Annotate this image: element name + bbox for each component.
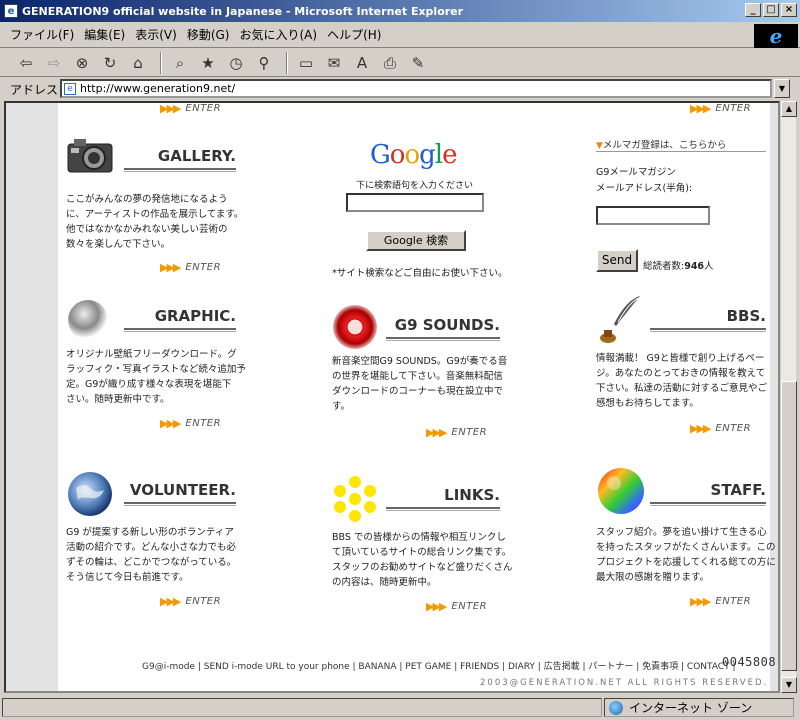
edit-icon[interactable]: ✎: [406, 52, 430, 74]
refresh-icon[interactable]: ↻: [98, 52, 122, 74]
minimize-button[interactable]: _: [745, 3, 761, 17]
gallery-description: ここがみんなの夢の発信地になるよう に、アーティストの作品を展示してます。 他ではな…: [66, 194, 244, 250]
google-search-input[interactable]: [346, 193, 484, 212]
volunteer-enter-link[interactable]: ▶▶▶ ENTER: [160, 595, 221, 608]
google-logo: Google: [370, 140, 457, 170]
camera-icon: [67, 139, 113, 173]
links-title[interactable]: LINKS.: [386, 486, 500, 504]
mailmag-title: G9メールマガジン: [596, 167, 676, 178]
google-search-label: 下に検索語句を入力ください: [356, 181, 474, 191]
address-dropdown-button[interactable]: ▼: [774, 79, 790, 98]
quill-inkpot-icon: [600, 296, 640, 343]
mailmag-reader-count: 総読者数:946人: [643, 261, 714, 272]
history-icon[interactable]: ◷: [224, 52, 248, 74]
mailmag-send-button[interactable]: Send: [596, 249, 638, 272]
vertical-scrollbar[interactable]: ▲ ▼: [780, 101, 797, 693]
status-zone: インターネット ゾーン: [604, 698, 794, 717]
menu-bar: ファイル(F) 編集(E) 表示(V) 移動(G) お気に入り(A) ヘルプ(H…: [0, 22, 800, 48]
close-button[interactable]: ×: [781, 3, 797, 17]
menu-view[interactable]: 表示(V): [135, 26, 177, 43]
channels-icon[interactable]: ⚲: [252, 52, 276, 74]
bbs-enter-link[interactable]: ▶▶▶ ENTER: [690, 422, 751, 435]
g9-sounds-description: 新音楽空間G9 SOUNDS。G9が奏でる音 の世界を堪能して下さい。音楽無料配信…: [332, 356, 508, 412]
address-bar: アドレス e http://www.generation9.net/ ▼: [0, 78, 800, 100]
menu-help[interactable]: ヘルプ(H): [327, 26, 381, 43]
status-bar: インターネット ゾーン: [0, 695, 800, 720]
toolbar: ⇦ ⇨ ⊗ ↻ ⌂ ⌕ ★ ◷ ⚲ ▭ ✉ A ⎙ ✎: [0, 49, 800, 77]
bbs-title[interactable]: BBS.: [650, 307, 766, 325]
gallery-enter-link[interactable]: ▶▶▶ ENTER: [160, 261, 221, 274]
bbs-description: 情報満載！ G9と皆様で創り上げるペー ジ。あなたのとっておきの情報を教えて 下さい…: [596, 353, 768, 409]
graphic-enter-link[interactable]: ▶▶▶ ENTER: [160, 417, 221, 430]
internet-zone-icon: [609, 700, 623, 715]
google-search-note: *サイト検索などご自由にお使い下さい。: [332, 268, 508, 279]
scroll-thumb[interactable]: [781, 381, 797, 671]
window-title: GENERATION9 official website in Japanese…: [22, 4, 464, 18]
menu-file[interactable]: ファイル(F): [10, 26, 74, 43]
staff-title[interactable]: STAFF.: [650, 481, 766, 499]
mail-icon[interactable]: ✉: [322, 52, 346, 74]
page-icon: e: [64, 82, 76, 95]
address-input[interactable]: e http://www.generation9.net/: [60, 79, 772, 98]
mailmag-email-input[interactable]: [596, 206, 710, 225]
address-url[interactable]: http://www.generation9.net/: [80, 82, 235, 95]
graphic-description: オリジナル壁紙フリーダウンロード。グ ラッフィク・写真イラストなど続々追加予 定。G…: [66, 349, 246, 405]
address-label: アドレス: [10, 82, 59, 97]
access-counter: 0045808: [722, 655, 777, 669]
volunteer-description: G9 が提案する新しい形のボランティア 活動の紹介です。どんな小さな力でも必 ずその…: [66, 527, 237, 583]
g9-sounds-enter-link[interactable]: ▶▶▶ ENTER: [426, 426, 487, 439]
menu-edit[interactable]: 編集(E): [84, 26, 125, 43]
fullscreen-icon[interactable]: ▭: [294, 52, 318, 74]
maximize-button[interactable]: □: [763, 3, 779, 17]
volunteer-title[interactable]: VOLUNTEER.: [120, 481, 236, 499]
g9-sounds-title[interactable]: G9 SOUNDS.: [386, 316, 500, 334]
mailmag-header: ▼メルマガ登録は、こちらから: [596, 140, 727, 151]
flower-links-icon: [334, 476, 376, 522]
status-text: [2, 698, 602, 717]
back-icon[interactable]: ⇦: [14, 52, 38, 74]
enter-link-top-right[interactable]: ▶▶▶ ENTER: [690, 102, 751, 115]
ie-logo-icon: e: [754, 24, 798, 48]
home-icon[interactable]: ⌂: [126, 52, 150, 74]
favorites-icon[interactable]: ★: [196, 52, 220, 74]
footer-links[interactable]: G9@i-mode | SEND i-mode URL to your phon…: [142, 659, 736, 672]
links-enter-link[interactable]: ▶▶▶ ENTER: [426, 600, 487, 613]
stop-icon[interactable]: ⊗: [70, 52, 94, 74]
mailmag-email-label: メールアドレス(半角):: [596, 183, 693, 194]
menu-favorites[interactable]: お気に入り(A): [239, 26, 317, 43]
scroll-down-button[interactable]: ▼: [781, 677, 797, 693]
print-icon[interactable]: ⎙: [378, 52, 402, 74]
font-size-icon[interactable]: A: [350, 52, 374, 74]
menu-go[interactable]: 移動(G): [187, 26, 230, 43]
speaker-sound-icon: [333, 305, 377, 349]
links-description: BBS での皆様からの情報や相互リンクし て頂いているサイトの総合リンク集です。ス…: [332, 532, 513, 588]
color-globe-staff-icon: [598, 468, 644, 514]
scroll-up-button[interactable]: ▲: [781, 101, 797, 117]
sphere-graphic-icon: [68, 300, 108, 340]
earth-globe-icon: [68, 472, 112, 516]
forward-icon[interactable]: ⇨: [42, 52, 66, 74]
gallery-title[interactable]: GALLERY.: [120, 147, 236, 165]
window-titlebar: e GENERATION9 official website in Japane…: [0, 0, 800, 22]
ie-page-icon: e: [4, 4, 18, 18]
graphic-title[interactable]: GRAPHIC.: [120, 307, 236, 325]
google-search-button[interactable]: Google 検索: [366, 230, 466, 251]
search-icon[interactable]: ⌕: [168, 52, 192, 74]
staff-enter-link[interactable]: ▶▶▶ ENTER: [690, 595, 751, 608]
copyright: 2003@GENERATION.NET ALL RIGHTS RESERVED.: [480, 678, 769, 688]
enter-link-top-left[interactable]: ▶▶▶ ENTER: [160, 102, 221, 115]
staff-description: スタッフ紹介。夢を追い掛けて生きる心 を持ったスタッフがたくさんいます。この プロジ…: [596, 527, 776, 583]
